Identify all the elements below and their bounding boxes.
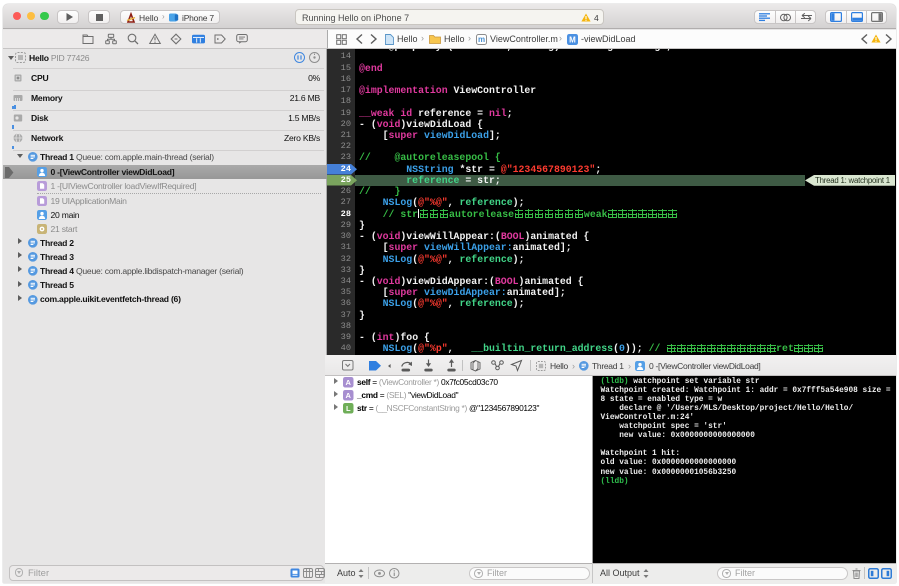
svg-text:A: A <box>346 391 352 400</box>
svg-text:Thread 1: watchpoint 1: Thread 1: watchpoint 1 <box>815 176 890 185</box>
svg-text:m: m <box>478 35 485 44</box>
svg-text:M: M <box>569 35 576 44</box>
svg-text:A: A <box>346 378 352 387</box>
svg-text:L: L <box>346 404 351 413</box>
